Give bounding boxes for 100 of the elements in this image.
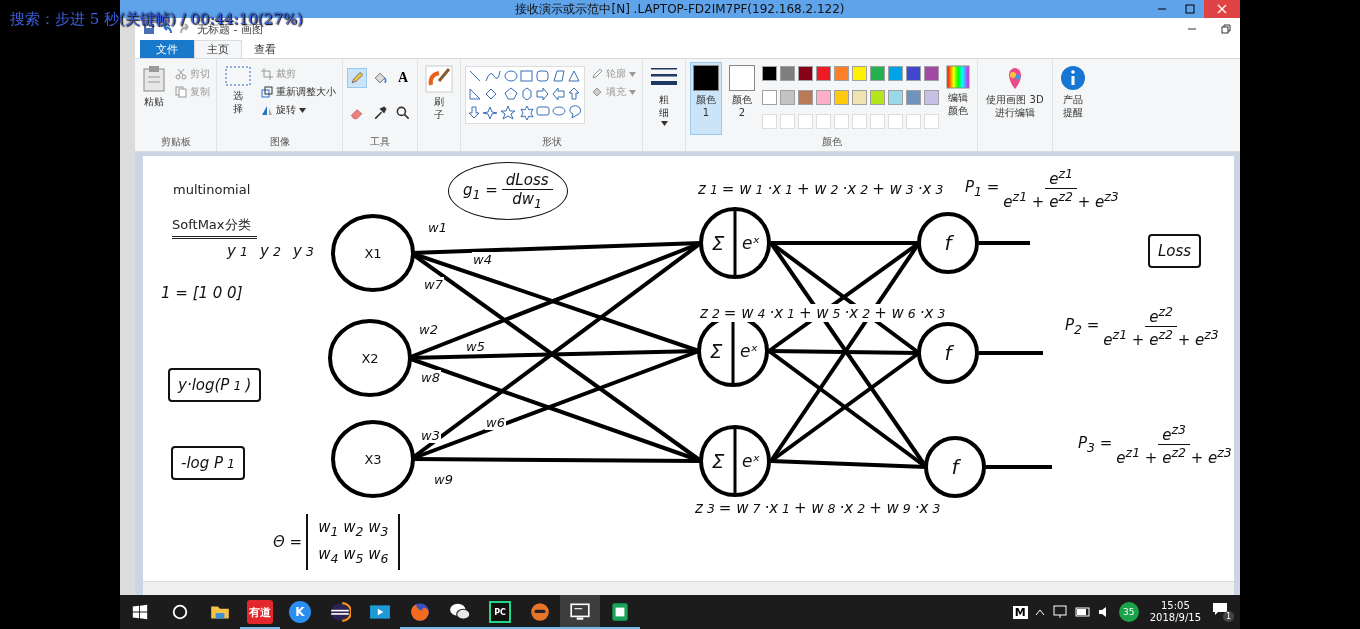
canvas-text: SoftMax分类 — [172, 216, 257, 239]
node-label: X3 — [364, 451, 382, 467]
output-line — [979, 241, 1030, 245]
paint-3d-button[interactable]: 使用画图 3D 进行编辑 — [982, 62, 1048, 149]
matrix-lhs: Θ = — [273, 533, 303, 551]
taskbar-app-button[interactable]: PC — [480, 595, 520, 629]
product-alert-button[interactable]: 产品提醒 — [1057, 62, 1089, 149]
weight-label: w5 — [465, 339, 486, 354]
output-node — [917, 212, 979, 274]
activation-label: eˣ — [742, 451, 760, 471]
taskbar-app-button[interactable]: 有道 — [240, 595, 280, 629]
close-icon — [1217, 4, 1227, 14]
palette-swatch[interactable] — [852, 66, 867, 81]
palette-swatch[interactable] — [870, 90, 885, 105]
pencil-icon — [349, 70, 365, 86]
palette-swatch[interactable] — [870, 66, 885, 81]
ribbon-tab[interactable]: 主页 — [194, 40, 242, 58]
numerator: e$^{z3}$ — [1158, 422, 1190, 445]
empty-swatch[interactable] — [780, 114, 795, 129]
weight-label: w8 — [420, 370, 441, 385]
empty-swatch[interactable] — [798, 114, 813, 129]
palette-swatch[interactable] — [852, 90, 867, 105]
chat-bubbles-icon — [449, 601, 471, 623]
caret-icon — [299, 107, 306, 113]
palette-swatch[interactable] — [816, 90, 831, 105]
denominator: dw$_{1}$ — [512, 190, 543, 211]
color-2-button[interactable]: 颜色 2 — [726, 62, 758, 135]
numerator: dLoss — [501, 171, 553, 190]
palette-swatch[interactable] — [906, 90, 921, 105]
weight-label: w2 — [418, 322, 439, 337]
palette-swatch[interactable] — [780, 90, 795, 105]
brush-icon — [425, 65, 453, 93]
empty-swatch[interactable] — [906, 114, 921, 129]
color-swatch — [729, 65, 755, 91]
palette-swatch[interactable] — [834, 90, 849, 105]
empty-swatch[interactable] — [762, 114, 777, 129]
palette-swatch[interactable] — [762, 66, 777, 81]
palette-swatch[interactable] — [798, 90, 813, 105]
notifications-button[interactable]: 1 — [1212, 602, 1234, 622]
group-label: 形状 — [540, 135, 563, 149]
size-button[interactable]: 粗细 — [647, 62, 681, 149]
bucket-icon — [372, 70, 388, 86]
empty-swatch[interactable] — [816, 114, 831, 129]
function-label: f — [944, 231, 952, 255]
pencil-tool-button[interactable] — [347, 68, 367, 88]
circle-icon — [171, 603, 189, 621]
info-icon — [1060, 65, 1086, 91]
empty-swatch[interactable] — [852, 114, 867, 129]
palette-swatch[interactable] — [924, 90, 939, 105]
formula-lhs: P$_{1}$ = — [965, 178, 1000, 199]
palette-swatch[interactable] — [888, 90, 903, 105]
weight-label: w1 — [427, 220, 448, 235]
denominator: e$^{z1}$ + e$^{z2}$ + e$^{z3}$ — [1103, 327, 1219, 349]
function-label: f — [944, 341, 952, 365]
empty-swatch[interactable] — [834, 114, 849, 129]
color-1-button[interactable]: 颜色 1 — [690, 62, 722, 135]
boxed-note: Loss — [1148, 234, 1202, 268]
caret-icon — [660, 121, 668, 126]
numerator: e$^{z2}$ — [1145, 304, 1177, 327]
empty-swatch[interactable] — [888, 114, 903, 129]
weight-label: w4 — [472, 252, 493, 267]
close-button[interactable] — [1204, 0, 1240, 18]
striped-circle-icon — [329, 601, 351, 623]
taskbar-app-button[interactable] — [560, 595, 600, 629]
copy-icon — [175, 86, 187, 98]
palette-swatch[interactable] — [762, 90, 777, 105]
brushes-button[interactable]: 刷子 — [422, 62, 456, 149]
restore-icon — [1221, 24, 1231, 34]
rotate-button[interactable]: 旋转 — [259, 102, 338, 118]
resize-icon — [261, 86, 273, 98]
palette-swatch[interactable] — [780, 66, 795, 81]
group-label: 工具 — [369, 135, 391, 149]
palette-swatch[interactable] — [924, 66, 939, 81]
file-menu-tab[interactable]: 文件 — [140, 40, 194, 58]
empty-swatch[interactable] — [924, 114, 939, 129]
battery-icon[interactable] — [1074, 607, 1091, 617]
ribbon-tab[interactable]: 查看 — [242, 40, 288, 58]
round-face-icon — [529, 601, 551, 623]
window-title: 接收演示或示范中[N] .LAPTOP-FD2IM7PF(192.168.2.122) — [515, 0, 845, 18]
text-tool-button[interactable]: A — [393, 68, 413, 88]
shapes-gallery[interactable] — [465, 66, 585, 124]
output-node — [917, 322, 979, 384]
paste-button[interactable]: 粘贴 — [139, 62, 169, 135]
caret-icon[interactable] — [1034, 608, 1045, 616]
palette-swatch[interactable] — [798, 66, 813, 81]
palette-swatch[interactable] — [816, 66, 831, 81]
select-button[interactable]: 选择 — [221, 62, 255, 135]
palette-swatch[interactable] — [906, 66, 921, 81]
empty-swatch[interactable] — [870, 114, 885, 129]
drawing-canvas[interactable] — [143, 156, 1234, 581]
clock[interactable]: 15:05 2018/9/15 — [1145, 599, 1205, 625]
palette-swatch[interactable] — [888, 66, 903, 81]
resize-button[interactable]: 重新调整大小 — [259, 84, 338, 100]
palette-swatch[interactable] — [834, 66, 849, 81]
network-icon[interactable] — [1051, 605, 1068, 619]
sum-symbol: Σ — [711, 449, 725, 473]
edit-colors-button[interactable]: 编辑颜色 — [943, 62, 973, 135]
formula-lhs: g$_{1}$ = — [463, 180, 498, 202]
horizontal-scrollbar[interactable] — [143, 581, 1234, 595]
ime-indicator[interactable]: M — [1012, 605, 1028, 619]
